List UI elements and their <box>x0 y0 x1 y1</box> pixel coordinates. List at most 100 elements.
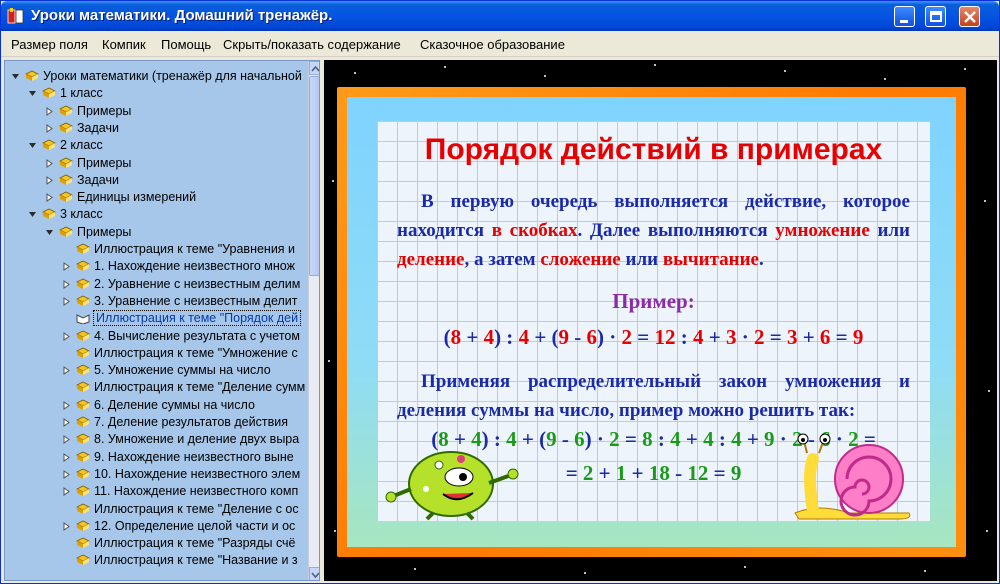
scroll-thumb[interactable] <box>309 76 319 276</box>
expand-icon[interactable] <box>62 469 71 479</box>
expand-icon[interactable] <box>45 158 54 168</box>
collapse-icon[interactable] <box>28 89 37 98</box>
tree-item[interactable]: Иллюстрация к теме "Разряды счё <box>62 535 305 552</box>
menu-fairy-education[interactable]: Сказочное образование <box>420 37 565 52</box>
tree-item-label: Задачи <box>77 120 119 135</box>
tree-item[interactable]: 2 класс <box>28 137 305 154</box>
folder-book-icon <box>76 330 90 341</box>
tree-item[interactable]: Иллюстрация к теме "Название и з <box>62 552 305 569</box>
window-title: Уроки математики. Домашний тренажёр. <box>31 7 333 24</box>
star-icon <box>584 572 586 574</box>
collapse-icon[interactable] <box>28 141 37 150</box>
tree-item-label: Иллюстрация к теме "Умножение с <box>94 345 298 360</box>
menu-help[interactable]: Помощь <box>161 37 211 52</box>
close-button[interactable] <box>959 6 980 27</box>
menu-kompik[interactable]: Компик <box>102 37 146 52</box>
text-run: : <box>652 427 671 451</box>
expand-icon[interactable] <box>62 521 71 531</box>
folder-book-icon <box>76 416 90 427</box>
star-icon <box>988 390 990 392</box>
text-run: = <box>708 461 731 485</box>
expand-icon[interactable] <box>62 435 71 445</box>
tree-item[interactable]: Примеры <box>45 155 305 172</box>
tree-item-label: 1 класс <box>60 86 103 101</box>
tree-item[interactable]: 1 класс <box>28 85 305 102</box>
tree-item[interactable]: Задачи <box>45 172 305 189</box>
lesson-frame: Порядок действий в примерах В первую оче… <box>337 87 966 557</box>
tree-item[interactable]: 5. Умножение суммы на число <box>62 362 305 379</box>
star-icon <box>784 70 786 72</box>
tree-item[interactable]: 2. Уравнение с неизвестным делим <box>62 276 305 293</box>
tree-item[interactable]: Задачи <box>45 120 305 137</box>
tree-item[interactable]: 9. Нахождение неизвестного выне <box>62 449 305 466</box>
expand-icon[interactable] <box>62 262 71 272</box>
tree-item[interactable]: 4. Вычисление результата с учетом <box>62 328 305 345</box>
expand-icon[interactable] <box>45 175 54 185</box>
tree-item[interactable]: 10. Нахождение неизвестного элем <box>62 466 305 483</box>
tree-item[interactable]: 3. Уравнение с неизвестным делит <box>62 293 305 310</box>
tree-item[interactable]: 7. Деление результатов действия <box>62 414 305 431</box>
maximize-button[interactable] <box>925 6 946 27</box>
text-run: = <box>764 325 787 349</box>
tree-item[interactable]: Единицы измерений <box>45 189 305 206</box>
text-run: сложение <box>540 249 621 270</box>
expand-icon[interactable] <box>62 279 71 289</box>
expand-icon[interactable] <box>45 193 54 203</box>
tree-item[interactable]: Уроки математики (тренажёр для начальной <box>11 68 305 85</box>
folder-book-icon <box>76 554 90 566</box>
tree-item[interactable]: 11. Нахождение неизвестного комп <box>62 483 305 500</box>
text-run: = <box>619 427 643 451</box>
expand-icon[interactable] <box>45 123 54 133</box>
app-icon <box>7 8 24 24</box>
tree-item[interactable]: Иллюстрация к теме "Деление с ос <box>62 501 305 518</box>
tree-item[interactable]: 12. Определение целой части и ос <box>62 518 305 535</box>
text-run: 4 <box>670 427 681 451</box>
tree-item[interactable]: 6. Деление суммы на число <box>62 397 305 414</box>
tree-item[interactable]: Примеры <box>45 224 305 241</box>
expand-icon[interactable] <box>62 418 71 427</box>
tree-item-label: Примеры <box>77 224 132 239</box>
scroll-up-button[interactable] <box>309 61 319 75</box>
scroll-down-button[interactable] <box>309 567 319 580</box>
tree-item[interactable]: Иллюстрация к теме "Уравнения и <box>62 241 305 258</box>
tree-item[interactable]: 3 класс <box>28 206 305 223</box>
tree-item-label: 10. Нахождение неизвестного элем <box>94 466 301 481</box>
tree-item-label: 8. Умножение и деление двух выра <box>94 432 300 447</box>
expand-icon[interactable] <box>62 400 71 410</box>
tree-item-label: 3. Уравнение с неизвестным делит <box>94 293 298 308</box>
menu-field-size[interactable]: Размер поля <box>11 37 88 52</box>
tree-item[interactable]: Примеры <box>45 103 305 120</box>
expand-icon[interactable] <box>62 452 71 462</box>
expand-icon[interactable] <box>62 487 71 497</box>
expand-icon[interactable] <box>62 331 71 341</box>
expand-icon[interactable] <box>45 106 54 116</box>
tree-scrollbar[interactable] <box>308 61 319 580</box>
text-run: 8 <box>642 427 653 451</box>
text-run: 9 <box>852 325 864 349</box>
collapse-icon[interactable] <box>45 228 54 237</box>
title-bar[interactable]: Уроки математики. Домашний тренажёр. <box>1 1 999 31</box>
tree-item-label: Иллюстрация к теме "Разряды счё <box>94 536 296 551</box>
folder-book-icon <box>76 433 90 445</box>
tree-item[interactable]: 8. Умножение и деление двух выра <box>62 431 305 448</box>
tree-item[interactable]: 1. Нахождение неизвестного множ <box>62 258 305 275</box>
lesson-pane: Порядок действий в примерах В первую оче… <box>324 60 997 581</box>
star-icon <box>414 568 416 570</box>
text-run: , а затем <box>464 249 541 270</box>
menu-toggle-contents[interactable]: Скрыть/показать содержание <box>223 37 401 52</box>
collapse-icon[interactable] <box>28 210 37 219</box>
chevron-up-icon <box>311 65 319 72</box>
collapse-icon[interactable] <box>11 72 20 81</box>
tree-item[interactable]: Иллюстрация к теме "Умножение с <box>62 345 305 362</box>
contents-tree[interactable]: Уроки математики (тренажёр для начальной… <box>4 60 320 581</box>
tree-item-label: 4. Вычисление результата с учетом <box>94 328 300 343</box>
minimize-button[interactable] <box>894 6 915 27</box>
example-1: (8 + 4) : 4 + (9 - 6) · 2 = 12 : 4 + 3 ·… <box>377 325 930 350</box>
text-run: 4 <box>693 325 704 349</box>
text-run: 6 <box>819 325 831 349</box>
tree-item[interactable]: Иллюстрация к теме "Деление сумм <box>62 379 305 396</box>
folder-book-icon <box>42 139 56 151</box>
expand-icon[interactable] <box>62 296 71 306</box>
tree-item[interactable]: Иллюстрация к теме "Порядок дей <box>62 310 305 327</box>
expand-icon[interactable] <box>62 366 71 376</box>
